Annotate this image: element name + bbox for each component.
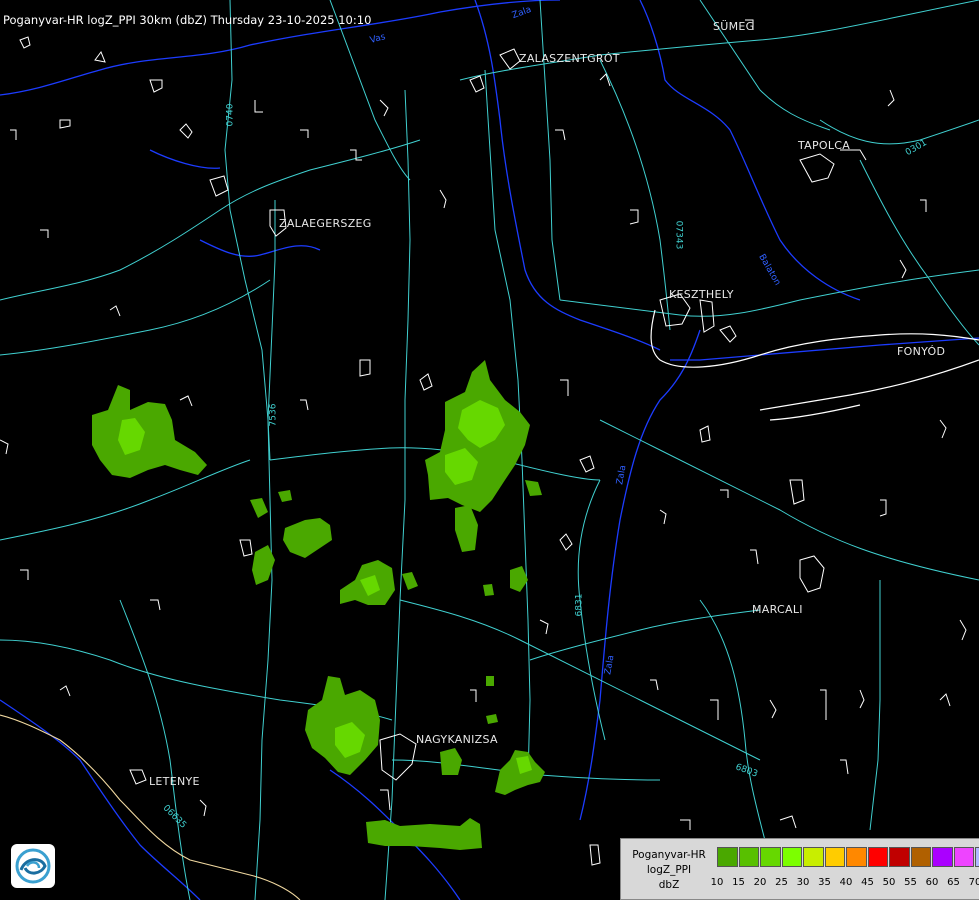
legend-tick-10: 10 [710,877,724,888]
road-label-07343: 07343 [673,220,684,250]
echo-cluster-west [92,385,207,478]
legend-tick-55: 55 [904,877,917,888]
legend-tick-30: 30 [796,877,810,888]
dbz-legend: Poganyvar-HR logZ_PPI dbZ 10 15 20 25 30 35 40… [620,838,979,900]
legend-tick-25: 25 [775,877,788,888]
road-label-7536: 7536 [268,403,279,427]
legend-tick-15: 15 [732,877,745,888]
legend-swatch-7 [867,847,888,867]
legend-swatch-12 [975,847,979,867]
legend-swatch-6 [846,847,867,867]
legend-swatch-3 [781,847,802,867]
legend-swatch-1 [738,847,759,867]
radar-map [0,0,979,900]
legend-tick-45: 45 [861,877,874,888]
city-label-keszthely: KESZTHELY [669,288,734,301]
legend-tick-50: 50 [882,877,896,888]
legend-tick-60: 60 [925,877,939,888]
legend-tick-40: 40 [839,877,853,888]
legend-tick-70: 70 [968,877,979,888]
weather-service-logo-icon [11,844,55,888]
legend-tick-20: 20 [753,877,767,888]
echo-cluster-middle [250,490,528,605]
legend-swatch-0 [717,847,738,867]
legend-tick-labels: 10 15 20 25 30 35 40 45 50 55 60 65 70 [710,877,979,891]
city-label-tapolca: TAPOLCA [798,139,851,152]
legend-tick-65: 65 [947,877,960,888]
city-label-letenye: LETENYE [149,775,200,788]
legend-swatch-9 [910,847,931,867]
legend-color-scale [717,847,979,867]
legend-swatch-2 [760,847,781,867]
map-title: Poganyvar-HR logZ_PPI 30km (dbZ) Thursda… [3,13,372,27]
city-label-nagykanizsa: NAGYKANIZSA [416,733,498,746]
legend-swatch-10 [932,847,953,867]
road-label-6831: 6831 [574,593,585,617]
legend-swatch-4 [803,847,824,867]
legend-title: Poganyvar-HR logZ_PPI dbZ [624,848,714,893]
legend-radar-name: Poganyvar-HR [632,849,706,861]
legend-swatch-5 [824,847,845,867]
legend-swatch-11 [953,847,974,867]
city-label-zalaszentgrot: ZALASZENTGRÓT [519,52,620,65]
legend-tick-35: 35 [818,877,831,888]
city-label-marcali: MARCALI [752,603,803,616]
road-label-0740: 0740 [225,103,236,127]
city-label-sumeg: SÜMEG [713,20,755,33]
city-label-zalaegerszeg: ZALAEGERSZEG [279,217,372,230]
legend-swatch-8 [889,847,910,867]
city-label-fonyod: FONYÓD [897,345,946,358]
legend-product-name: logZ_PPI [646,864,692,876]
lake-shore [650,309,979,421]
echo-cluster-south [305,676,545,850]
legend-unit: dbZ [658,879,680,891]
